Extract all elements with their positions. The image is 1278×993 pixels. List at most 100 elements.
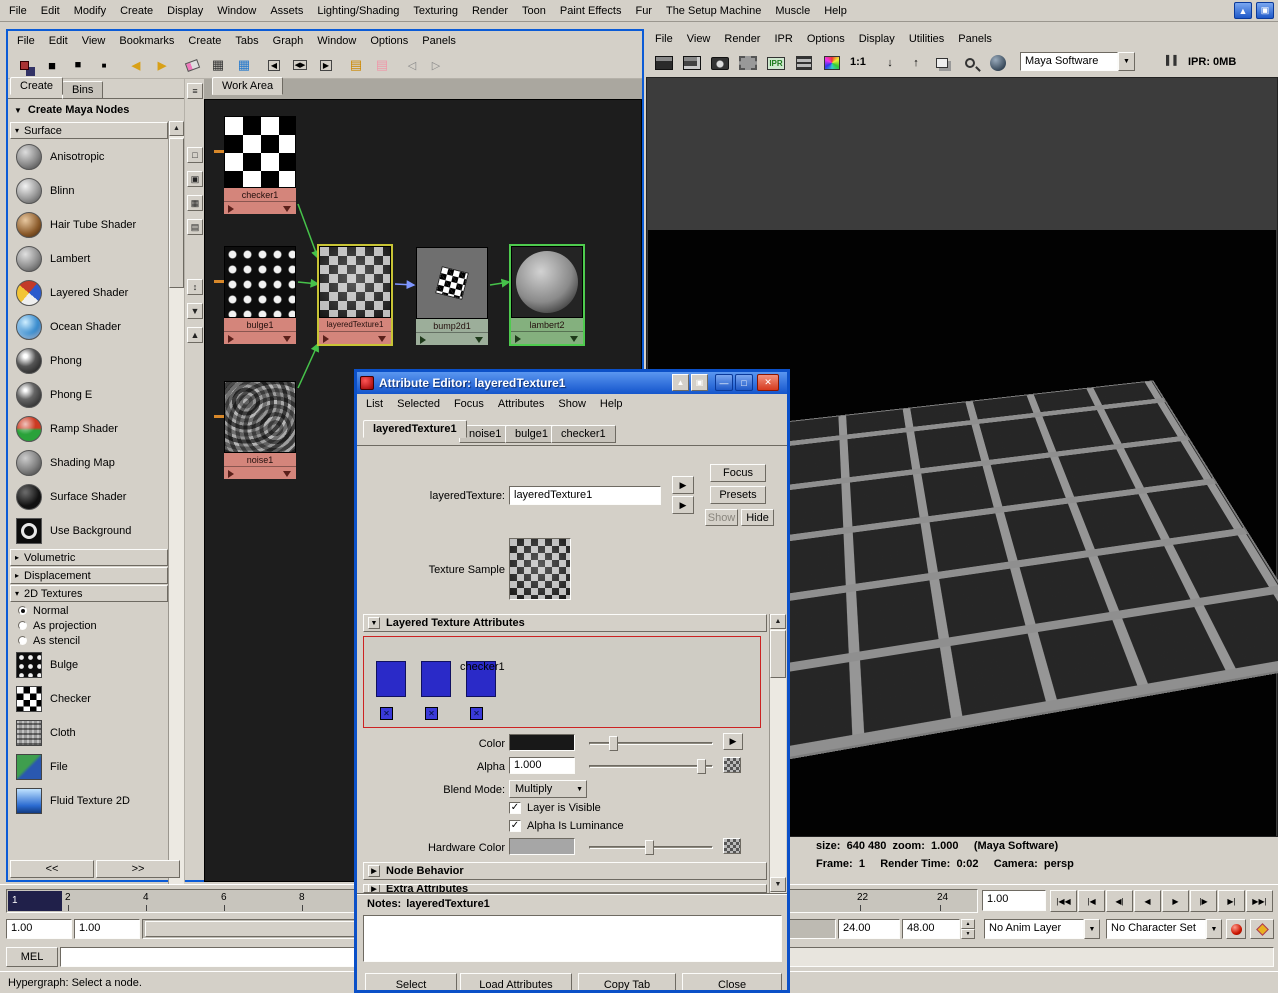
section-2d-textures[interactable]: ▾ 2D Textures: [10, 585, 168, 602]
animation-preferences-button[interactable]: [1250, 919, 1274, 939]
item-cloth[interactable]: Cloth: [10, 716, 168, 750]
copy-tab-button[interactable]: Copy Tab: [578, 973, 676, 990]
show-input-connections-button[interactable]: ◀: [262, 53, 286, 77]
auto-keyframe-button[interactable]: [1226, 919, 1246, 939]
swatch-size-medium-icon[interactable]: ■: [66, 53, 90, 77]
current-time-field[interactable]: 1.00: [982, 890, 1046, 911]
hs-menu-window[interactable]: Window: [310, 32, 363, 50]
node-label[interactable]: layeredTexture1: [319, 318, 391, 331]
ae-menu-list[interactable]: List: [359, 395, 390, 413]
menu-fur[interactable]: Fur: [628, 2, 659, 20]
hs-menu-file[interactable]: File: [10, 32, 42, 50]
menu-muscle[interactable]: Muscle: [768, 2, 817, 20]
spinner-down-icon[interactable]: ▼: [961, 929, 975, 939]
rv-menu-render[interactable]: Render: [717, 30, 767, 48]
node-label[interactable]: bulge1: [224, 318, 296, 331]
focus-button[interactable]: Focus: [710, 464, 766, 482]
expand-down-icon[interactable]: [283, 336, 291, 342]
sort-type-button[interactable]: ▲: [187, 327, 203, 343]
node-connector-bar[interactable]: [319, 331, 391, 344]
node-noise1[interactable]: noise1: [224, 381, 296, 479]
expand-right-icon[interactable]: [420, 336, 426, 344]
rv-menu-options[interactable]: Options: [800, 30, 852, 48]
menu-create[interactable]: Create: [113, 2, 160, 20]
node-label[interactable]: checker1: [224, 188, 296, 201]
hs-menu-graph[interactable]: Graph: [266, 32, 311, 50]
sort-alpha-button[interactable]: ↕: [187, 279, 203, 295]
page-next-button[interactable]: >>: [96, 860, 180, 878]
keep-image-button[interactable]: ↓: [878, 51, 902, 75]
animation-end-field[interactable]: 48.00: [902, 919, 960, 939]
clear-graph-button[interactable]: [180, 53, 204, 77]
hardware-color-slider-handle[interactable]: [645, 840, 654, 855]
ae-menu-help[interactable]: Help: [593, 395, 630, 413]
scroll-down-button[interactable]: ▼: [770, 877, 786, 892]
layer-list-box[interactable]: checker1 ✕ ✕ ✕: [363, 636, 761, 728]
menu-paint-effects[interactable]: Paint Effects: [553, 2, 629, 20]
ae-menu-show[interactable]: Show: [551, 395, 593, 413]
create-node-icon[interactable]: [12, 53, 36, 77]
graph-materials-button[interactable]: ▦: [232, 53, 256, 77]
item-phong[interactable]: Phong: [10, 344, 168, 378]
node-swatch[interactable]: [319, 246, 391, 318]
item-file[interactable]: File: [10, 750, 168, 784]
display-rgb-channels-button[interactable]: [820, 51, 844, 75]
redo-previous-render-button[interactable]: [680, 51, 704, 75]
node-layeredtexture1[interactable]: layeredTexture1: [317, 244, 393, 346]
scrollbar-thumb[interactable]: [770, 630, 786, 678]
layer-visible-row[interactable]: ✓ Layer is Visible: [509, 802, 601, 814]
maximize-button[interactable]: □: [735, 374, 753, 391]
attribute-scrollbar[interactable]: ▲ ▼: [769, 614, 786, 893]
section-expand-icon[interactable]: ▶: [368, 865, 380, 877]
remove-selected-from-graph-button[interactable]: ▤: [370, 53, 394, 77]
rv-menu-utilities[interactable]: Utilities: [902, 30, 951, 48]
load-attributes-button[interactable]: Load Attributes: [460, 973, 572, 990]
bookmark-back-button[interactable]: ◀: [124, 53, 148, 77]
create-nodes-dropdown[interactable]: ▼ Create Maya Nodes: [8, 101, 184, 119]
render-current-frame-button[interactable]: [652, 51, 676, 75]
hs-menu-bookmarks[interactable]: Bookmarks: [112, 32, 181, 50]
alpha-field[interactable]: 1.000: [509, 757, 575, 774]
playback-end-field[interactable]: 24.00: [838, 919, 900, 939]
alpha-texture-map-button[interactable]: [723, 757, 741, 773]
close-tab-button[interactable]: Close: [682, 973, 782, 990]
item-phong-e[interactable]: Phong E: [10, 378, 168, 412]
item-shading-map[interactable]: Shading Map: [10, 446, 168, 480]
select-output-connection-button[interactable]: ▶: [672, 496, 694, 514]
blend-mode-dropdown[interactable]: Multiply ▼: [509, 780, 587, 798]
presets-button[interactable]: Presets: [710, 486, 766, 504]
expand-right-icon[interactable]: [228, 335, 234, 343]
item-ocean-shader[interactable]: Ocean Shader: [10, 310, 168, 344]
swatch-size-large-icon[interactable]: ■: [40, 53, 64, 77]
current-frame-marker[interactable]: 1: [8, 891, 62, 911]
expand-down-icon[interactable]: [378, 336, 386, 342]
rv-menu-panels[interactable]: Panels: [951, 30, 999, 48]
render-settings-button[interactable]: [792, 51, 816, 75]
hs-menu-edit[interactable]: Edit: [42, 32, 75, 50]
zoom-ratio-label[interactable]: 1:1: [850, 56, 866, 68]
node-label[interactable]: bump2d1: [416, 319, 488, 332]
ipr-stop-button[interactable]: [1246, 55, 1261, 70]
expand-right-icon[interactable]: [515, 335, 521, 343]
alpha-slider-track[interactable]: [589, 765, 713, 768]
node-swatch[interactable]: [416, 247, 488, 319]
color-swatch[interactable]: [509, 734, 575, 751]
go-to-start-button[interactable]: |◀◀: [1050, 890, 1077, 912]
ae-menu-selected[interactable]: Selected: [390, 395, 447, 413]
item-blinn[interactable]: Blinn: [10, 174, 168, 208]
radio-as-projection[interactable]: As projection: [10, 618, 168, 633]
hs-menu-options[interactable]: Options: [363, 32, 415, 50]
scrollbar-thumb[interactable]: [169, 138, 184, 288]
step-forward-frame-button[interactable]: |▶: [1190, 890, 1217, 912]
page-previous-button[interactable]: <<: [10, 860, 94, 878]
hide-button[interactable]: Hide: [741, 509, 774, 526]
color-map-button[interactable]: ▶: [723, 733, 743, 750]
rv-menu-display[interactable]: Display: [852, 30, 902, 48]
alpha-luminance-checkbox[interactable]: ✓: [509, 820, 521, 832]
hs-menu-create[interactable]: Create: [181, 32, 228, 50]
swatch-filled-toggle[interactable]: ▣: [187, 171, 203, 187]
expand-right-icon[interactable]: [228, 205, 234, 213]
color-slider-handle[interactable]: [609, 736, 618, 751]
select-button[interactable]: Select: [365, 973, 457, 990]
layer-swatch-1[interactable]: [376, 661, 406, 697]
